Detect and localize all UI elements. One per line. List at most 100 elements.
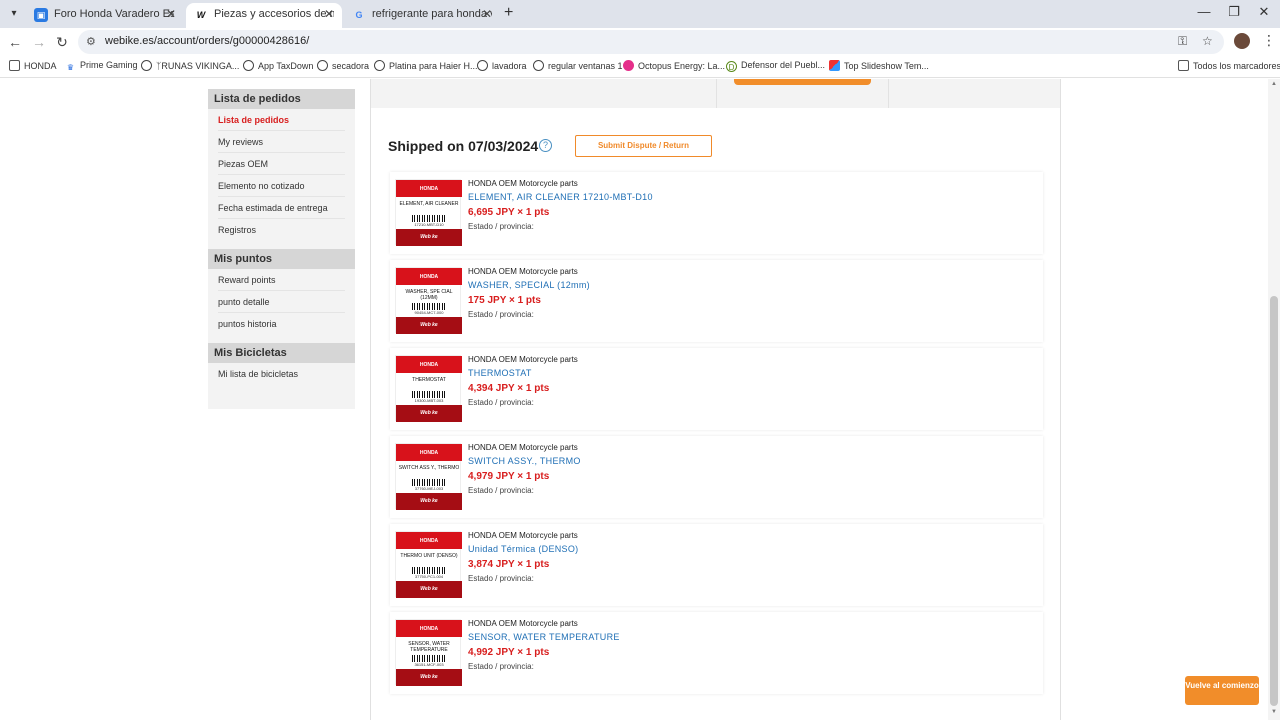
window-close-icon[interactable]: ✕: [1254, 4, 1274, 20]
bookmark-ventanas[interactable]: regular ventanas 1: [533, 60, 623, 71]
submit-dispute-button[interactable]: Submit Dispute / Return: [575, 135, 712, 157]
bookmark-star-icon[interactable]: ☆: [1202, 34, 1213, 48]
main-divider: [1060, 79, 1061, 720]
sidebar-section-bikes: Mis Bicicletas Mi lista de bicicletas: [208, 343, 355, 393]
prime-gaming-icon: ♛: [66, 63, 75, 72]
order-item-card: HONDA SENSOR, WATER TEMPERATURE 36151-MCF-…: [390, 612, 1043, 694]
tab-title: Foro Honda Varadero España -: [54, 8, 174, 20]
sidebar-item-unquoted[interactable]: Elemento no cotizado: [218, 175, 345, 197]
item-name-link[interactable]: Unidad Térmica (DENSO): [468, 544, 578, 554]
help-icon[interactable]: ?: [539, 139, 552, 152]
sidebar-item-bike-list[interactable]: Mi lista de bicicletas: [218, 363, 345, 385]
slideshow-icon: [829, 60, 840, 71]
new-tab-icon[interactable]: +: [504, 4, 513, 22]
sidebar-item-reward-points[interactable]: Reward points: [218, 269, 345, 291]
bookmark-prime-gaming[interactable]: ♛ Prime Gaming: [65, 60, 138, 73]
item-category: HONDA OEM Motorcycle parts: [468, 267, 578, 276]
honda-wing-icon: HONDA: [419, 538, 439, 544]
scroll-down-icon[interactable]: ▼: [1268, 709, 1280, 719]
password-key-icon[interactable]: ⚿: [1178, 34, 1187, 49]
order-item-card: HONDA ELEMENT, AIR CLEANER 17210-MBT-D10 We…: [390, 172, 1043, 254]
barcode-icon: [412, 303, 446, 310]
thumb-part-code: 17210-MBT-D10: [414, 222, 444, 227]
globe-icon: [374, 60, 385, 71]
bookmark-defensor[interactable]: D Defensor del Puebl...: [726, 60, 825, 72]
item-price: 3,874 JPY × 1 pts: [468, 559, 550, 570]
address-bar[interactable]: ⚙ webike.es/account/orders/g00000428616/…: [78, 30, 1224, 54]
google-icon: G: [355, 10, 363, 20]
thumb-part-name: SWITCH ASS Y., THERMO: [398, 465, 460, 471]
minimize-icon[interactable]: —: [1194, 4, 1214, 19]
sidebar-item-my-reviews[interactable]: My reviews: [218, 131, 345, 153]
tab-foro-honda[interactable]: ▣ Foro Honda Varadero España - ✕: [26, 3, 184, 28]
tab-google-search[interactable]: G refrigerante para honda varade ✕: [344, 3, 500, 28]
thumb-part-name: THERMO UNIT (DENSO): [400, 553, 458, 559]
item-state-label: Estado / provincia:: [468, 398, 534, 407]
honda-wing-icon: HONDA: [419, 186, 439, 192]
barcode-icon: [412, 391, 446, 398]
sidebar-section-orders: Lista de pedidos Lista de pedidos My rev…: [208, 89, 355, 249]
bookmark-runas[interactable]: ᛉRUNAS VIKINGA...: [141, 60, 239, 71]
restore-icon[interactable]: ❐: [1224, 4, 1244, 20]
bookmark-secadora[interactable]: secadora: [317, 60, 369, 71]
back-icon[interactable]: ←: [6, 33, 24, 51]
product-thumbnail[interactable]: HONDA WASHER, SPE CIAL (12MM) 90454-MC7-00…: [395, 267, 462, 334]
menu-kebab-icon[interactable]: ⋮: [1262, 32, 1276, 49]
item-price: 6,695 JPY × 1 pts: [468, 207, 550, 218]
thumb-part-code: 37750-PC1-004: [414, 574, 444, 579]
scroll-up-icon[interactable]: ▲: [1268, 81, 1280, 91]
scrollbar-thumb[interactable]: [1270, 296, 1278, 706]
product-thumbnail[interactable]: HONDA THERMO UNIT (DENSO) 37750-PC1-004 Web…: [395, 531, 462, 598]
tab-webike[interactable]: W Piezas y accesorios de motocicl ✕: [186, 3, 342, 28]
page-content: Lista de pedidos Lista de pedidos My rev…: [0, 79, 1268, 720]
tab-search-icon[interactable]: ▾: [6, 6, 22, 22]
item-state-label: Estado / provincia:: [468, 486, 534, 495]
item-name-link[interactable]: ELEMENT, AIR CLEANER 17210-MBT-D10: [468, 192, 653, 202]
bookmark-slideshow[interactable]: Top Slideshow Tem...: [829, 60, 929, 71]
bookmark-lavadora[interactable]: lavadora: [477, 60, 527, 71]
scrollbar[interactable]: ▲ ▼: [1268, 79, 1280, 720]
bookmark-platina[interactable]: Platina para Haier H...: [374, 60, 478, 71]
item-name-link[interactable]: SWITCH ASSY., THERMO: [468, 456, 581, 466]
bookmark-all[interactable]: Todos los marcadores: [1178, 60, 1280, 71]
bookmark-honda[interactable]: HONDA: [9, 60, 57, 71]
divider: [716, 79, 717, 108]
sidebar-item-point-history[interactable]: puntos historia: [218, 313, 345, 335]
item-name-link[interactable]: THERMOSTAT: [468, 368, 532, 378]
order-item-card: HONDA SWITCH ASS Y., THERMO 37760-MEJ-003 W…: [390, 436, 1043, 518]
bookmark-taxdown[interactable]: App TaxDown: [243, 60, 313, 71]
product-thumbnail[interactable]: HONDA SWITCH ASS Y., THERMO 37760-MEJ-003 W…: [395, 443, 462, 510]
back-to-top-button[interactable]: Vuelve al comienzo: [1185, 676, 1259, 705]
sidebar-item-delivery-date[interactable]: Fecha estimada de entrega: [218, 197, 345, 219]
item-name-link[interactable]: WASHER, SPECIAL (12mm): [468, 280, 590, 290]
item-state-label: Estado / provincia:: [468, 662, 534, 671]
bookmark-octopus[interactable]: Octopus Energy: La...: [623, 60, 725, 71]
close-icon[interactable]: ✕: [482, 3, 492, 26]
product-thumbnail[interactable]: HONDA SENSOR, WATER TEMPERATURE 36151-MCF-…: [395, 619, 462, 686]
bookmarks-bar: HONDA ♛ Prime Gaming ᛉRUNAS VIKINGA... Ap…: [0, 56, 1280, 78]
url-text[interactable]: webike.es/account/orders/g00000428616/: [105, 35, 309, 47]
item-name-link[interactable]: SENSOR, WATER TEMPERATURE: [468, 632, 620, 642]
item-category: HONDA OEM Motorcycle parts: [468, 443, 578, 452]
sidebar-item-point-detail[interactable]: punto detalle: [218, 291, 345, 313]
sidebar-item-oem-parts[interactable]: Piezas OEM: [218, 153, 345, 175]
forward-icon[interactable]: →: [30, 33, 48, 51]
sidebar-item-order-list[interactable]: Lista de pedidos: [218, 109, 345, 131]
product-thumbnail[interactable]: HONDA ELEMENT, AIR CLEANER 17210-MBT-D10 We…: [395, 179, 462, 246]
sidebar-heading: Mis puntos: [208, 249, 355, 269]
close-icon[interactable]: ✕: [324, 3, 334, 26]
foro-icon: ▣: [34, 8, 48, 22]
globe-icon: [317, 60, 328, 71]
reload-icon[interactable]: ↻: [53, 33, 71, 51]
thumb-part-name: ELEMENT, AIR CLEANER: [399, 201, 459, 207]
thumb-part-code: 37760-MEJ-003: [414, 486, 444, 491]
close-icon[interactable]: ✕: [166, 3, 176, 26]
globe-icon: [243, 60, 254, 71]
sidebar-heading: Lista de pedidos: [208, 89, 355, 109]
product-thumbnail[interactable]: HONDA THERMOSTAT 19300-MBT-003 Web ke: [395, 355, 462, 422]
order-action-button[interactable]: [734, 79, 871, 85]
site-info-icon[interactable]: ⚙: [86, 35, 96, 48]
honda-wing-icon: HONDA: [419, 626, 439, 632]
profile-avatar[interactable]: [1234, 33, 1250, 49]
sidebar-item-records[interactable]: Registros: [218, 219, 345, 241]
